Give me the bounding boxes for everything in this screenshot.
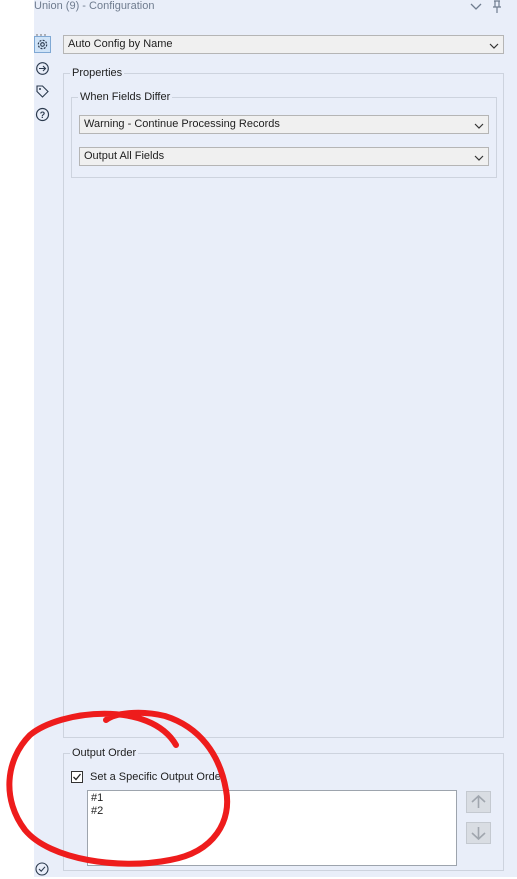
output-fields-select[interactable]: Output All Fields (79, 147, 489, 166)
window-title: Union (9) - Configuration (34, 0, 155, 12)
status-check-icon (35, 862, 49, 876)
output-order-legend: Output Order (70, 747, 139, 759)
output-fields-value: Output All Fields (84, 150, 165, 162)
field-difference-action-select[interactable]: Warning - Continue Processing Records (79, 115, 489, 134)
when-fields-differ-legend: When Fields Differ (78, 91, 173, 103)
specific-output-order-label[interactable]: Set a Specific Output Order (90, 771, 225, 783)
properties-legend: Properties (70, 67, 125, 79)
config-mode-value: Auto Config by Name (68, 38, 173, 50)
connection-icon[interactable] (35, 61, 50, 76)
svg-text:?: ? (40, 110, 46, 120)
help-icon[interactable]: ? (35, 107, 50, 122)
move-up-button[interactable] (466, 791, 491, 813)
tag-icon[interactable] (35, 84, 50, 99)
chevron-down-icon (474, 120, 484, 130)
chevron-down-icon (474, 152, 484, 162)
move-down-button[interactable] (466, 822, 491, 844)
grip-dots (36, 27, 48, 36)
chevron-down-icon (489, 40, 499, 50)
chevron-down-icon[interactable] (469, 0, 483, 14)
left-margin (0, 0, 34, 877)
config-mode-select[interactable]: Auto Config by Name (63, 35, 504, 54)
output-order-list[interactable]: #1 #2 (87, 790, 457, 866)
specific-output-order-checkbox[interactable] (71, 771, 83, 783)
list-item[interactable]: #2 (91, 805, 453, 818)
gear-icon[interactable] (34, 36, 51, 53)
field-difference-action-value: Warning - Continue Processing Records (84, 118, 280, 130)
list-item[interactable]: #1 (91, 792, 453, 805)
pin-icon[interactable] (490, 0, 504, 14)
title-bar: Union (9) - Configuration (34, 0, 517, 16)
